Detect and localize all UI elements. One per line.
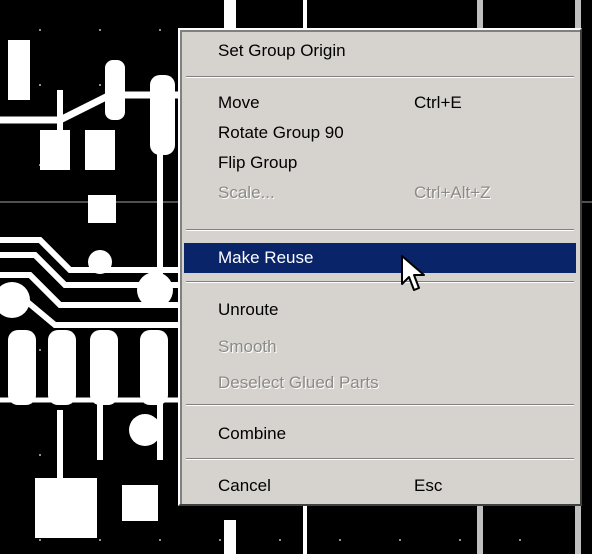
menu-item-flip-group[interactable]: Flip Group	[184, 148, 576, 178]
menu-item-move[interactable]: Move Ctrl+E	[184, 88, 576, 118]
menu-separator	[186, 281, 574, 283]
menu-item-shortcut: Ctrl+E	[414, 93, 462, 112]
menu-item-label: Smooth	[218, 337, 277, 356]
menu-separator	[186, 458, 574, 460]
menu-item-label: Set Group Origin	[218, 41, 346, 60]
mouse-pointer-icon	[401, 255, 425, 291]
menu-separator	[186, 229, 574, 231]
context-menu: Set Group Origin Move Ctrl+E Rotate Grou…	[178, 28, 582, 506]
menu-item-label: Make Reuse	[218, 248, 314, 267]
menu-item-unroute[interactable]: Unroute	[184, 295, 576, 325]
menu-separator	[186, 404, 574, 406]
menu-item-combine[interactable]: Combine	[184, 419, 576, 449]
menu-item-cancel[interactable]: Cancel Esc	[184, 471, 576, 501]
menu-item-set-group-origin[interactable]: Set Group Origin	[184, 36, 576, 66]
menu-item-label: Cancel	[218, 476, 271, 495]
menu-item-label: Deselect Glued Parts	[218, 373, 379, 392]
menu-item-label: Scale...	[218, 183, 275, 202]
menu-item-deselect-glued-parts: Deselect Glued Parts	[184, 368, 576, 398]
menu-item-label: Flip Group	[218, 153, 298, 172]
menu-item-label: Unroute	[218, 300, 279, 319]
menu-item-label: Move	[218, 93, 260, 112]
menu-item-make-reuse[interactable]: Make Reuse	[184, 243, 576, 273]
menu-item-rotate-group-90[interactable]: Rotate Group 90	[184, 118, 576, 148]
menu-item-shortcut: Esc	[414, 476, 443, 495]
menu-item-scale: Scale... Ctrl+Alt+Z	[184, 178, 576, 208]
menu-item-smooth: Smooth	[184, 332, 576, 362]
menu-item-label: Rotate Group 90	[218, 123, 344, 142]
menu-item-shortcut: Ctrl+Alt+Z	[414, 183, 491, 202]
menu-separator	[186, 76, 574, 78]
menu-item-label: Combine	[218, 424, 287, 443]
